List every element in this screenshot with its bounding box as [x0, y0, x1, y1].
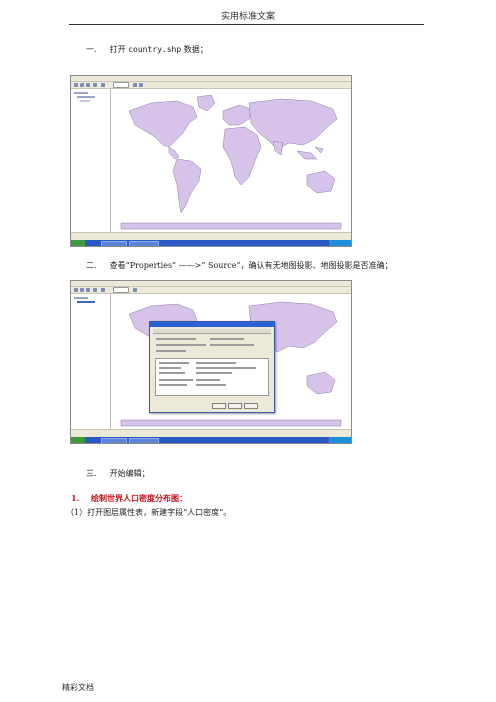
step-2-number: 二. [86, 261, 97, 270]
world-map [120, 94, 342, 230]
step-2: 二. 查看”Properties” ——>” Source”，确认有无地图投影、… [86, 260, 393, 271]
screenshot-arcmap-2 [70, 280, 352, 444]
step-1: 一. 打开 country.shp 数据； [86, 44, 208, 55]
status-bar [71, 232, 351, 240]
apply-button [244, 403, 258, 409]
arcmap-toolbar-icon [133, 288, 137, 292]
arcmap-toolbar-icon [86, 83, 90, 87]
section-1-number: 1. [71, 493, 80, 503]
step-1-text: 打开 [109, 45, 126, 54]
arcmap-toolbar-icon [93, 83, 97, 87]
toolbar [71, 287, 351, 294]
arcmap-toolbar-icon [101, 83, 105, 87]
dialog-tabs [153, 329, 271, 334]
step-1-suffix: 数据； [183, 45, 208, 54]
dialog-title-bar [150, 322, 274, 327]
task-button [129, 241, 159, 246]
map-view [111, 89, 351, 232]
start-button-icon [71, 240, 85, 246]
arcmap-toolbar-icon [133, 83, 137, 87]
ok-button [212, 403, 226, 409]
task-button [101, 241, 127, 246]
arcmap-toolbar-icon [139, 83, 143, 87]
table-of-contents [71, 89, 111, 232]
header-rule [69, 24, 424, 25]
page-header-title: 实用标准文案 [220, 12, 275, 22]
step-3: 三. 开始编辑； [86, 468, 150, 479]
properties-dialog [149, 321, 275, 413]
scale-box [113, 82, 129, 88]
system-tray [329, 240, 351, 246]
cancel-button [228, 403, 242, 409]
arcmap-toolbar-icon [93, 288, 97, 292]
arcmap-toolbar-icon [86, 288, 90, 292]
toolbar [71, 82, 351, 89]
status-bar [71, 429, 351, 437]
step-1-number: 一. [86, 45, 97, 54]
arcmap-toolbar-icon [74, 288, 78, 292]
arcmap-toolbar-icon [80, 288, 84, 292]
arcmap-toolbar-icon [80, 83, 84, 87]
substep-1: （1）打开图层属性表，新建字段“人口密度“。 [66, 508, 232, 517]
task-button [101, 438, 127, 443]
arcmap-toolbar-icon [101, 288, 105, 292]
step-1-file: country.shp [128, 45, 182, 54]
taskbar [71, 437, 351, 443]
screenshot-arcmap-1 [70, 75, 352, 247]
section-1-title: 绘制世界人口密度分布图： [90, 493, 187, 503]
system-tray [329, 437, 351, 443]
dialog-source-box [155, 358, 269, 396]
start-button-icon [71, 437, 85, 443]
step-2-text: 查看”Properties” ——>” Source”，确认有无地图投影、地图投… [109, 261, 393, 270]
table-of-contents [71, 294, 111, 429]
section-1-heading: 1. 绘制世界人口密度分布图： [71, 493, 187, 504]
page-footer: 精彩文档 [62, 683, 94, 692]
arcmap-toolbar-icon [74, 83, 78, 87]
scale-box [113, 287, 129, 293]
step-3-text: 开始编辑； [109, 469, 150, 478]
step-3-number: 三. [86, 469, 97, 478]
task-button [129, 438, 159, 443]
taskbar [71, 240, 351, 246]
